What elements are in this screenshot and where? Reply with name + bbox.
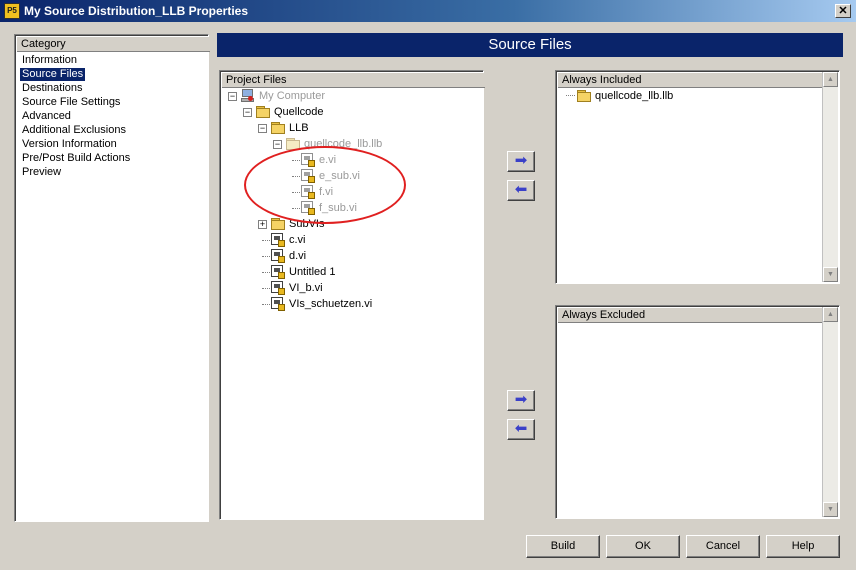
- always-included-header: Always Included: [558, 73, 827, 88]
- remove-from-included-button[interactable]: ⬅: [507, 180, 535, 201]
- folder-icon: [271, 122, 285, 134]
- tree-node-label: Quellcode: [274, 106, 324, 118]
- expand-icon[interactable]: +: [258, 220, 267, 229]
- vi-icon: [271, 249, 285, 263]
- close-button[interactable]: ✕: [835, 4, 851, 18]
- tree-connector: [262, 272, 270, 273]
- tree-node[interactable]: c.vi: [220, 232, 475, 248]
- excluded-scrollbar[interactable]: ▲ ▼: [822, 307, 838, 517]
- vi-icon: [271, 233, 285, 247]
- always-included-list[interactable]: Always Included quellcode_llb.llb ▲ ▼: [555, 70, 840, 284]
- scroll-up-button[interactable]: ▲: [823, 307, 838, 322]
- always-excluded-list[interactable]: Always Excluded ▲ ▼: [555, 305, 840, 519]
- vi-icon: [271, 281, 285, 295]
- collapse-icon[interactable]: −: [243, 108, 252, 117]
- tree-connector: [262, 256, 270, 257]
- always-excluded-header: Always Excluded: [558, 308, 827, 323]
- category-item[interactable]: Additional Exclusions: [20, 124, 128, 137]
- category-list: Category Information Source Files Destinat…: [14, 34, 210, 522]
- tree-connector: [262, 288, 270, 289]
- scroll-up-button[interactable]: ▲: [823, 72, 838, 87]
- collapse-icon[interactable]: −: [228, 92, 237, 101]
- tree-node[interactable]: Untitled 1: [220, 264, 475, 280]
- category-item[interactable]: Pre/Post Build Actions: [20, 152, 132, 165]
- tree-node-label: Untitled 1: [289, 266, 336, 278]
- category-item[interactable]: Destinations: [20, 82, 85, 95]
- vi-icon: [271, 265, 285, 279]
- tree-node[interactable]: d.vi: [220, 248, 475, 264]
- cancel-button[interactable]: Cancel: [686, 535, 760, 558]
- tree-node[interactable]: − Quellcode: [220, 104, 475, 120]
- tree-node-label: LLB: [289, 122, 309, 134]
- window-title: My Source Distribution_LLB Properties: [24, 4, 249, 18]
- included-scrollbar[interactable]: ▲ ▼: [822, 72, 838, 282]
- tree-node[interactable]: VIs_schuetzen.vi: [220, 296, 475, 312]
- tree-connector: [262, 304, 270, 305]
- scroll-down-button[interactable]: ▼: [823, 267, 838, 282]
- category-item[interactable]: Information: [20, 54, 79, 67]
- add-to-excluded-button[interactable]: ➡: [507, 390, 535, 411]
- tree-node-label: VI_b.vi: [289, 282, 323, 294]
- tree-node[interactable]: VI_b.vi: [220, 280, 475, 296]
- tree-node-label: d.vi: [289, 250, 307, 262]
- collapse-icon[interactable]: −: [273, 140, 282, 149]
- folder-icon: [256, 106, 270, 118]
- build-button[interactable]: Build: [526, 535, 600, 558]
- project-files-header: Project Files: [222, 73, 485, 88]
- category-item[interactable]: Source Files: [20, 68, 86, 81]
- section-title: Source Files: [217, 33, 843, 57]
- category-item[interactable]: Preview: [20, 166, 63, 179]
- project-files-tree[interactable]: Project Files − My Computer − Quellcode − LLB…: [219, 70, 485, 520]
- ok-button[interactable]: OK: [606, 535, 680, 558]
- tree-node-label: My Computer: [259, 90, 326, 102]
- tree-node-label: VIs_schuetzen.vi: [289, 298, 373, 310]
- folder-icon: [271, 218, 285, 230]
- category-item[interactable]: Source File Settings: [20, 96, 122, 109]
- folder-icon: [577, 90, 591, 102]
- computer-icon: [241, 89, 255, 103]
- scroll-down-button[interactable]: ▼: [823, 502, 838, 517]
- app-icon: P5: [4, 3, 20, 19]
- category-header: Category: [17, 37, 210, 52]
- list-item-label: quellcode_llb.llb: [595, 90, 674, 102]
- collapse-icon[interactable]: −: [258, 124, 267, 133]
- add-to-included-button[interactable]: ➡: [507, 151, 535, 172]
- category-item[interactable]: Advanced: [20, 110, 73, 123]
- vi-icon: [271, 297, 285, 311]
- tree-node[interactable]: − LLB: [220, 120, 475, 136]
- annotation-ellipse: [244, 146, 406, 224]
- tree-connector: [566, 95, 575, 96]
- help-button[interactable]: Help: [766, 535, 840, 558]
- tree-connector: [262, 240, 270, 241]
- remove-from-excluded-button[interactable]: ⬅: [507, 419, 535, 440]
- tree-node-label: c.vi: [289, 234, 306, 246]
- tree-node[interactable]: − My Computer: [220, 88, 475, 104]
- category-item[interactable]: Version Information: [20, 138, 119, 151]
